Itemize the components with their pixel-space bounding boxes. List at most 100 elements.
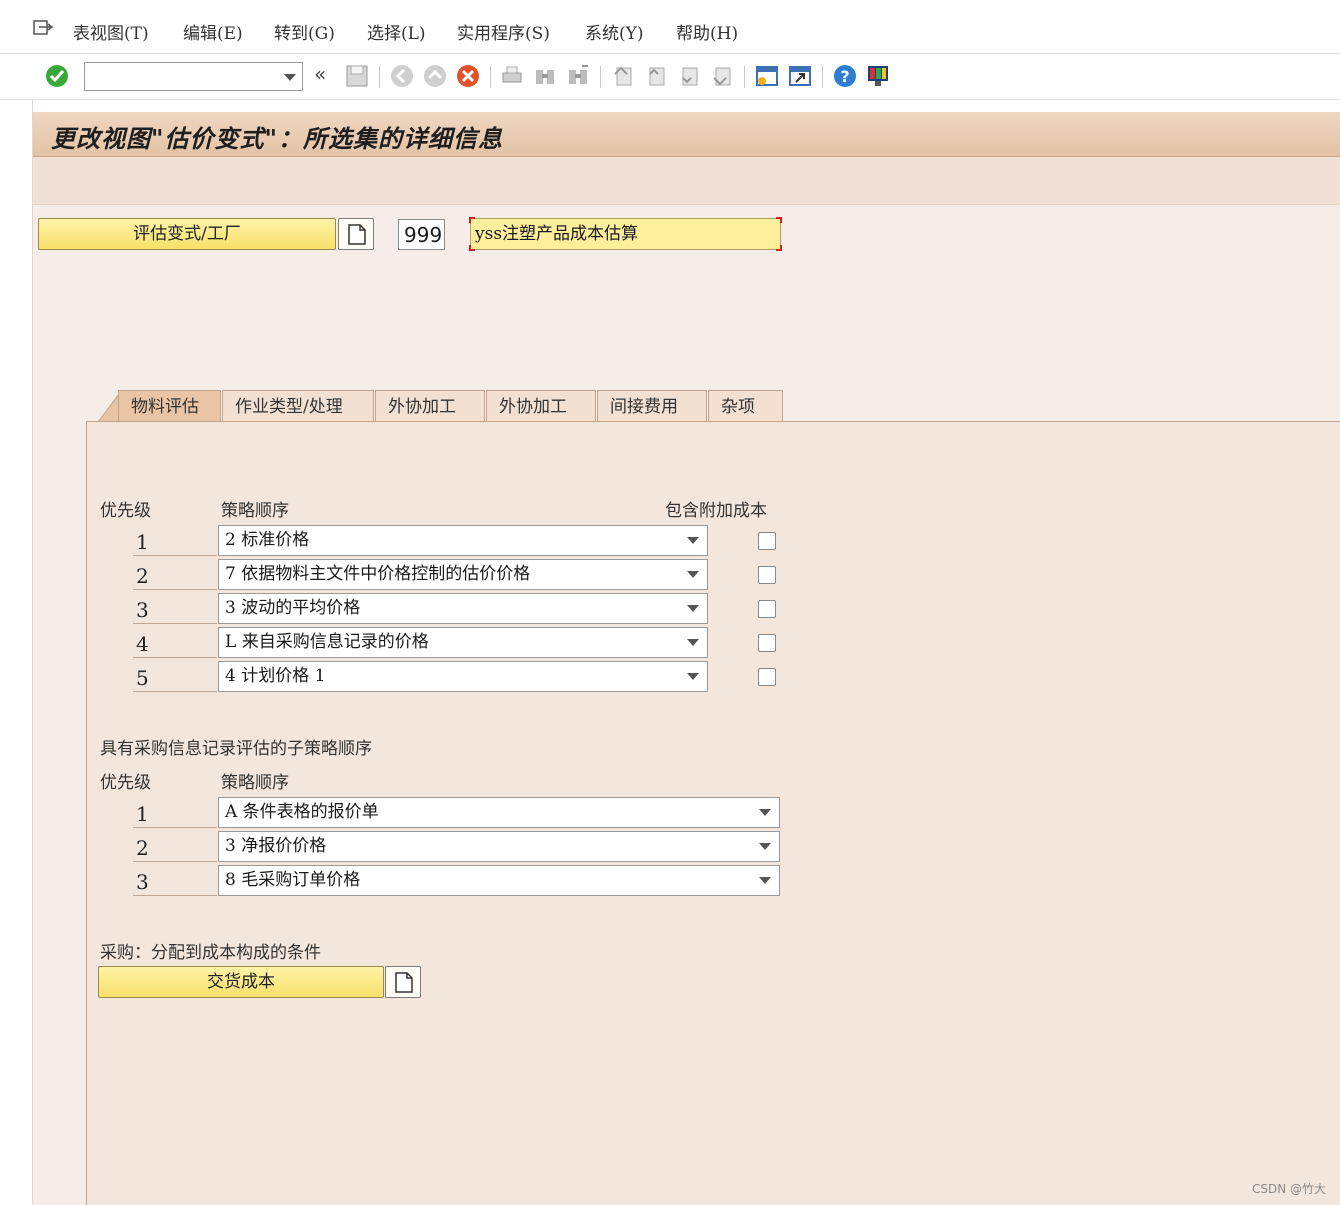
print-icon[interactable]	[500, 64, 524, 88]
command-field-value	[85, 67, 89, 85]
tab-overhead[interactable]: 间接费用	[597, 390, 707, 422]
last-page-icon[interactable]	[710, 64, 734, 88]
tab-misc[interactable]: 杂项	[708, 390, 783, 422]
shortcut-icon[interactable]	[788, 64, 812, 88]
row-underline	[133, 827, 217, 828]
tab-activity-types[interactable]: 作业类型/处理	[222, 390, 374, 422]
additive-costs-header: 包含附加成本	[665, 501, 767, 521]
strategy-dropdown[interactable]: 3 波动的平均价格	[218, 593, 708, 624]
menu-utilities[interactable]: 实用程序(S)	[457, 19, 550, 44]
toolbar-separator	[379, 66, 380, 88]
check-icon[interactable]	[45, 64, 69, 88]
cancel-icon[interactable]	[456, 64, 480, 88]
menu-select[interactable]: 选择(L)	[367, 19, 426, 44]
menu-bar: 表视图(T) 编辑(E) 转到(G) 选择(L) 实用程序(S) 系统(Y) 帮…	[0, 0, 1340, 54]
menu-system[interactable]: 系统(Y)	[585, 19, 644, 44]
new-session-icon[interactable]	[755, 64, 779, 88]
variant-code-field[interactable]: 999	[398, 219, 445, 250]
chevron-down-icon[interactable]	[687, 571, 699, 578]
toolbar-separator	[600, 66, 601, 88]
chevron-down-icon[interactable]	[759, 809, 771, 816]
purchasing-title: 采购：分配到成本构成的条件	[100, 943, 321, 963]
strategy-value: L 来自采购信息记录的价格	[225, 632, 429, 652]
tab-subcontracting-1[interactable]: 外协加工	[375, 390, 485, 422]
variant-doc-button[interactable]	[338, 218, 374, 250]
chevron-down-icon[interactable]	[687, 605, 699, 612]
row-underline	[133, 895, 217, 896]
menu-exit-icon[interactable]	[33, 20, 54, 36]
chevron-down-icon[interactable]	[687, 639, 699, 646]
standard-toolbar: « ?	[0, 54, 1340, 100]
sub-strategy-dropdown[interactable]: A 条件表格的报价单	[218, 797, 780, 828]
strategy-dropdown[interactable]: 2 标准价格	[218, 525, 708, 556]
chevron-down-icon[interactable]	[759, 877, 771, 884]
variant-description-field[interactable]: yss注塑产品成本估算	[469, 217, 782, 251]
sub-strategy-title: 具有采购信息记录评估的子策略顺序	[100, 739, 372, 759]
chevron-down-icon[interactable]	[759, 843, 771, 850]
delivery-costs-doc-button[interactable]	[385, 966, 421, 998]
left-border	[0, 100, 33, 1205]
strategy-value: 3 波动的平均价格	[225, 598, 361, 618]
back-double-icon[interactable]: «	[314, 62, 338, 86]
additive-cost-checkbox[interactable]	[758, 600, 776, 618]
sub-strategy-value: 8 毛采购订单价格	[225, 870, 361, 890]
tab-material-valuation[interactable]: 物料评估	[118, 390, 221, 422]
find-next-icon[interactable]	[566, 64, 590, 88]
chevron-down-icon[interactable]	[687, 673, 699, 680]
strategy-sequence-header: 策略顺序	[221, 501, 289, 521]
row-underline	[133, 555, 217, 556]
row-underline	[133, 657, 217, 658]
first-page-icon[interactable]	[611, 64, 635, 88]
strategy-value: 4 计划价格 1	[225, 666, 326, 686]
priority-number: 3	[136, 870, 149, 894]
sub-priority-header: 优先级	[100, 773, 151, 793]
menu-table-view[interactable]: 表视图(T)	[73, 19, 149, 44]
priority-header: 优先级	[100, 501, 151, 521]
additive-cost-checkbox[interactable]	[758, 532, 776, 550]
row-underline	[133, 589, 217, 590]
additive-cost-checkbox[interactable]	[758, 668, 776, 686]
strategy-dropdown[interactable]: 7 依据物料主文件中价格控制的估价价格	[218, 559, 708, 590]
priority-number: 3	[136, 598, 149, 622]
priority-number: 1	[136, 802, 149, 826]
tab-subcontracting-2[interactable]: 外协加工	[486, 390, 596, 422]
sub-strategy-dropdown[interactable]: 8 毛采购订单价格	[218, 865, 780, 896]
additive-cost-checkbox[interactable]	[758, 566, 776, 584]
menu-goto[interactable]: 转到(G)	[274, 19, 335, 44]
additive-cost-checkbox[interactable]	[758, 634, 776, 652]
strategy-dropdown[interactable]: L 来自采购信息记录的价格	[218, 627, 708, 658]
priority-number: 1	[136, 530, 149, 554]
svg-text:?: ?	[840, 67, 849, 86]
sub-strategy-value: A 条件表格的报价单	[225, 802, 379, 822]
layout-icon[interactable]	[866, 64, 890, 88]
sub-strategy-dropdown[interactable]: 3 净报价价格	[218, 831, 780, 862]
focus-corner	[776, 245, 782, 251]
exit-icon[interactable]	[423, 64, 447, 88]
priority-number: 2	[136, 564, 149, 588]
chevron-down-icon[interactable]	[687, 537, 699, 544]
delivery-costs-button[interactable]: 交货成本	[98, 966, 384, 998]
save-icon[interactable]	[345, 64, 369, 88]
help-icon[interactable]: ?	[833, 64, 857, 88]
chevron-down-icon[interactable]	[284, 74, 296, 81]
back-icon[interactable]	[390, 64, 414, 88]
priority-number: 2	[136, 836, 149, 860]
menu-help[interactable]: 帮助(H)	[676, 19, 738, 44]
document-icon	[395, 972, 413, 993]
strategy-value: 7 依据物料主文件中价格控制的估价价格	[225, 564, 531, 584]
find-icon[interactable]	[533, 64, 557, 88]
priority-number: 4	[136, 632, 149, 656]
toolbar-separator	[744, 66, 745, 88]
toolbar-separator	[822, 66, 823, 88]
row-underline	[133, 623, 217, 624]
command-field[interactable]	[84, 62, 303, 91]
title-bar: 更改视图"估价变式"：所选集的详细信息	[33, 112, 1340, 157]
menu-edit[interactable]: 编辑(E)	[183, 19, 243, 44]
strategy-dropdown[interactable]: 4 计划价格 1	[218, 661, 708, 692]
priority-number: 5	[136, 666, 149, 690]
prev-page-icon[interactable]	[644, 64, 668, 88]
application-toolbar	[33, 157, 1340, 205]
valuation-variant-button[interactable]: 评估变式/工厂	[38, 218, 336, 250]
focus-corner	[469, 217, 475, 223]
next-page-icon[interactable]	[677, 64, 701, 88]
